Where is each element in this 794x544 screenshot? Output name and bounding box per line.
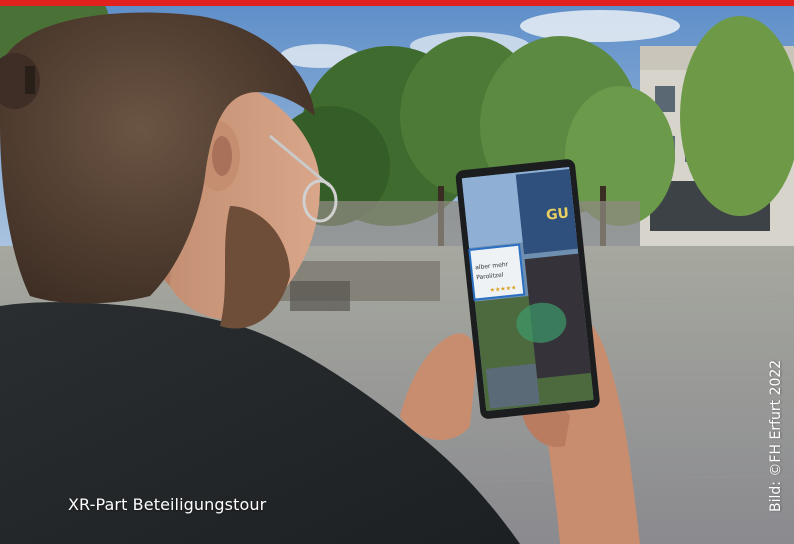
caption: XR-Part Beteiligungstour [68,495,267,514]
photo-credit: Bild: ©FH Erfurt 2022 [768,359,784,512]
figure: GU alber mehr Parolitzel ★★★★★ XR-Part B… [0,0,794,544]
tablet-sign-text: GU [545,205,569,223]
photo-scene: GU alber mehr Parolitzel ★★★★★ [0,6,794,544]
accent-bar [0,0,794,6]
photo: GU alber mehr Parolitzel ★★★★★ [0,6,794,544]
